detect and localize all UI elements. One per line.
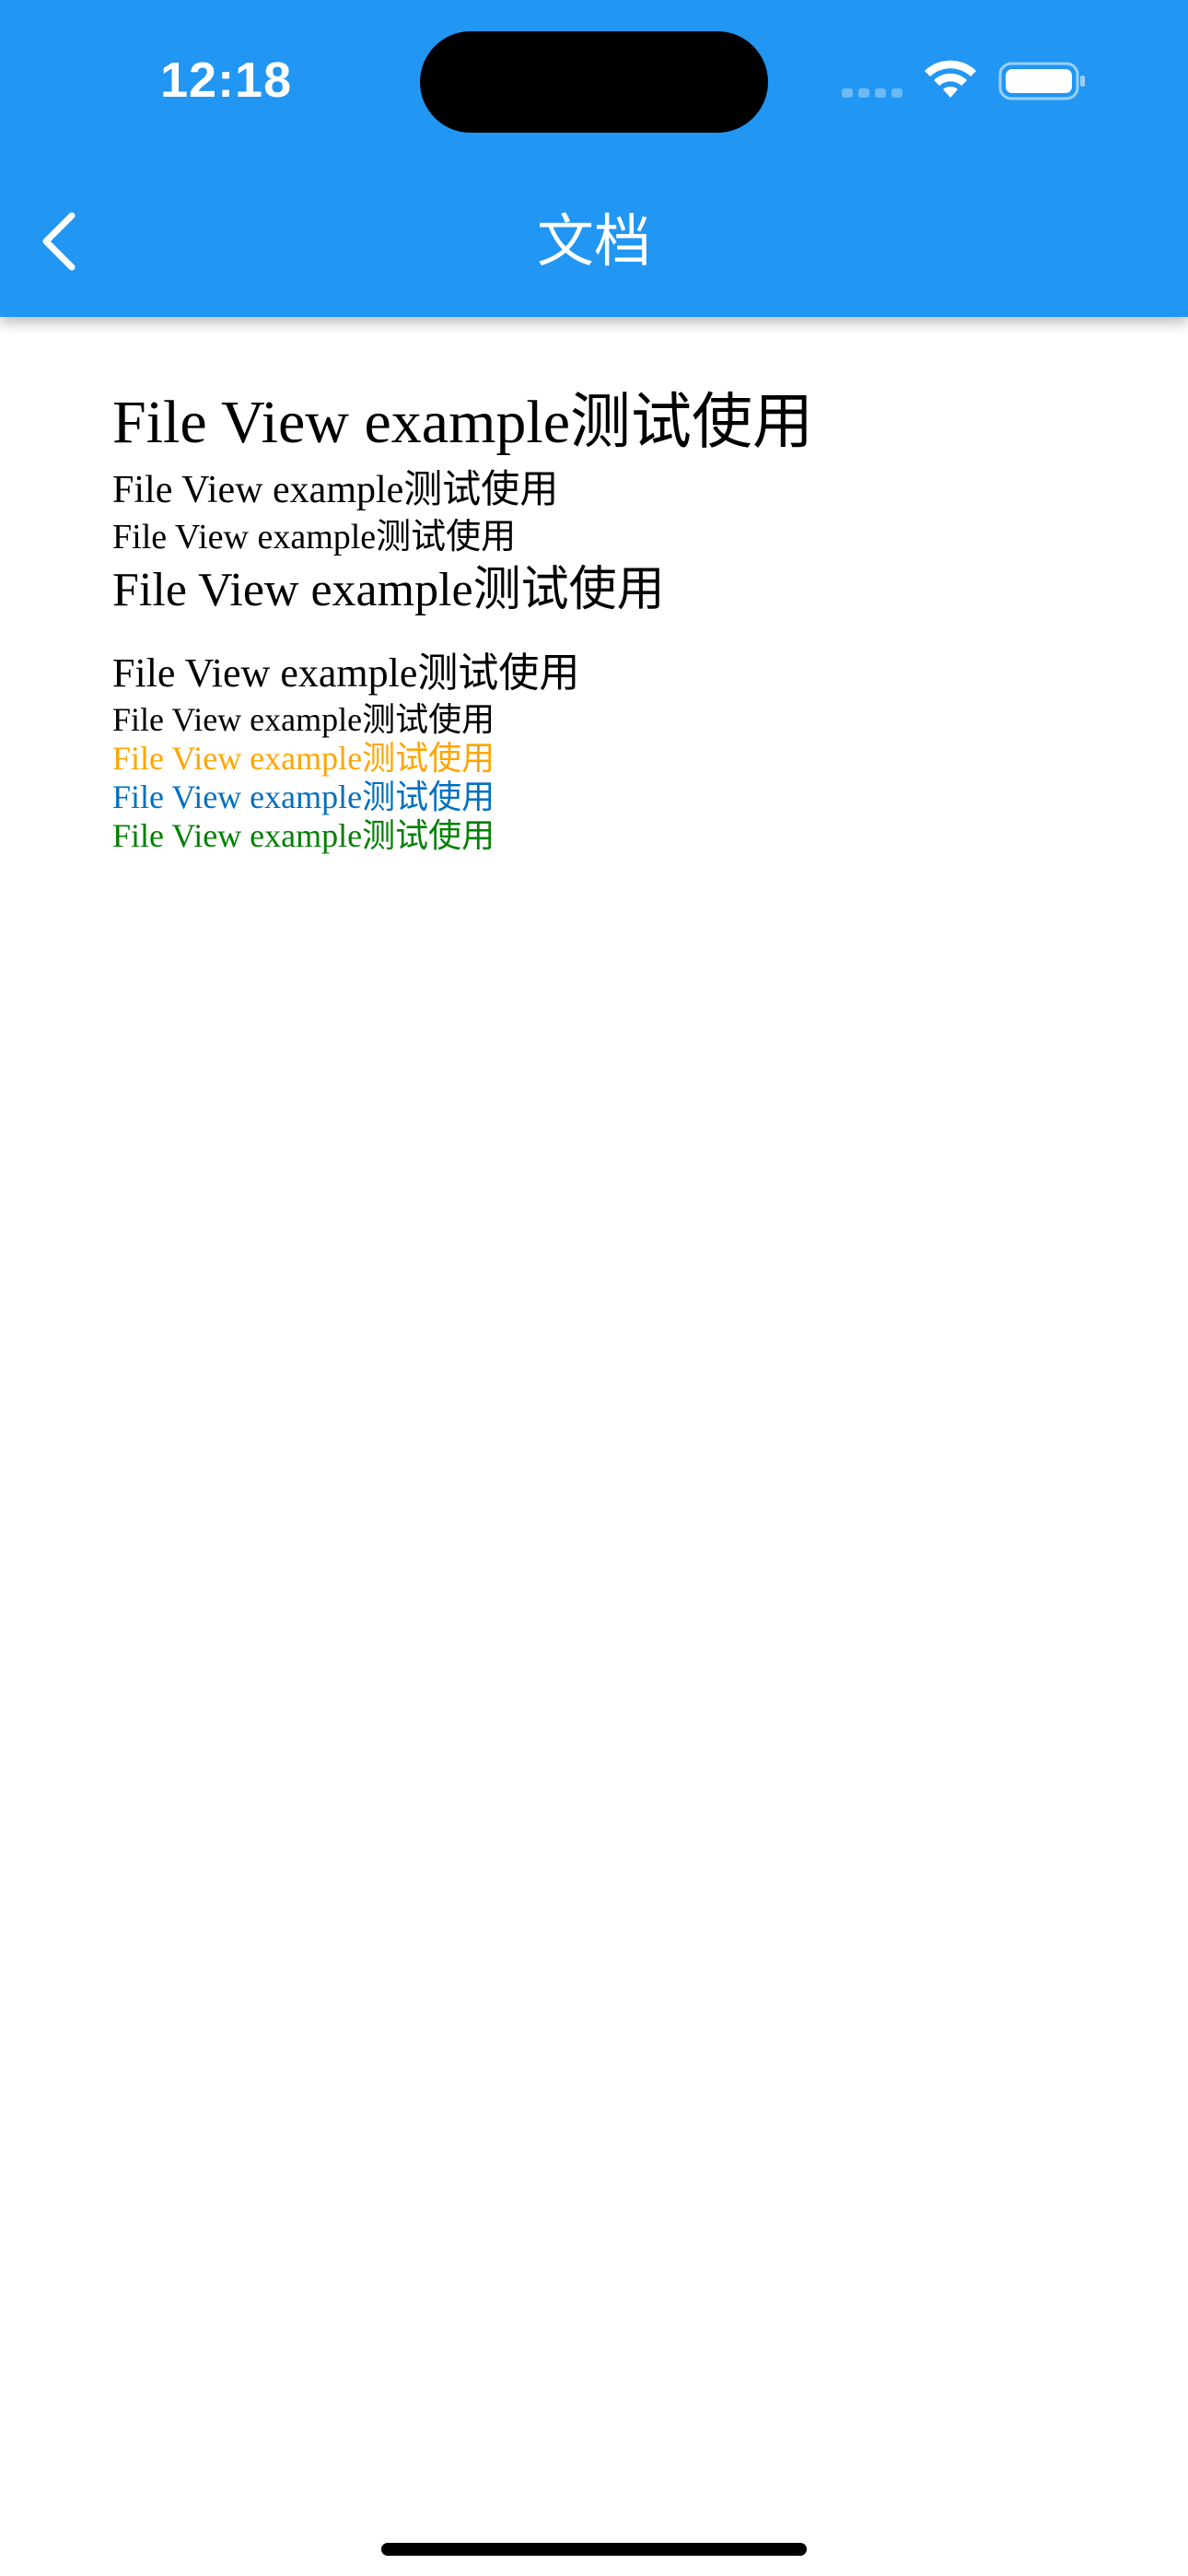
status-time: 12:18 — [160, 53, 293, 108]
document-line: File View example测试使用 — [112, 701, 495, 738]
app-bar: 12:18 文档 — [0, 0, 1188, 317]
battery-icon — [998, 62, 1085, 100]
document-line-green: File View example测试使用 — [112, 817, 495, 854]
document-line-blue: File View example测试使用 — [112, 779, 495, 815]
home-indicator — [381, 2543, 807, 2556]
document-line: File View example测试使用 — [112, 564, 665, 616]
signal-icon — [842, 88, 906, 98]
page-title: 文档 — [536, 207, 651, 275]
dynamic-island — [420, 31, 768, 133]
document-line: File View example测试使用 — [112, 389, 814, 456]
wifi-icon — [925, 60, 976, 98]
document-content: File View example测试使用 File View example测… — [112, 380, 1125, 855]
document-line: File View example测试使用 — [112, 650, 580, 696]
document-line: File View example测试使用 — [112, 518, 517, 556]
document-line-orange: File View example测试使用 — [112, 740, 495, 777]
document-line: File View example测试使用 — [112, 469, 559, 511]
